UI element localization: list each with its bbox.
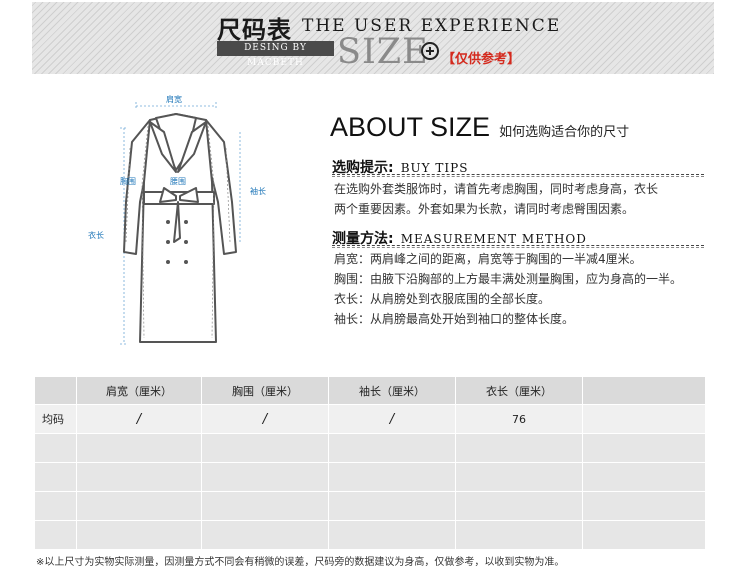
table-cell: 76 xyxy=(455,404,583,434)
column-header: 袖长（厘米） xyxy=(328,376,456,405)
label-chest: 胸围 xyxy=(120,177,136,186)
coat-illustration: 肩宽 胸围 腰围 袖长 衣长 xyxy=(80,92,290,354)
label-length: 衣长 xyxy=(88,231,104,240)
measurement-line: 衣长：从肩膀处到衣服底围的全部长度。 xyxy=(334,292,551,306)
table-cell xyxy=(455,520,583,550)
table-cell: / xyxy=(201,404,329,434)
table-cell xyxy=(34,491,77,521)
measurement-line: 胸围：由腋下沿胸部的上方最丰满处测量胸围，应为身高的一半。 xyxy=(334,272,683,286)
table-cell xyxy=(328,433,456,463)
table-cell: / xyxy=(76,404,202,434)
designer-tag: DESING BY MACBETH xyxy=(217,41,334,68)
table-cell xyxy=(328,491,456,521)
table-row xyxy=(34,462,706,492)
about-subtitle: 如何选购适合你的尺寸 xyxy=(499,125,630,140)
table-cell xyxy=(76,491,202,521)
buy-tips-text: 在选购外套类服饰时，请首先考虑胸围，同时考虑身高，衣长 两个重要因素。外套如果为… xyxy=(334,179,658,219)
table-cell xyxy=(34,462,77,492)
table-cell xyxy=(582,404,706,434)
page-title-cn: 尺码表 xyxy=(217,16,292,44)
table-cell xyxy=(34,520,77,550)
about-size-heading: ABOUT SIZE 如何选购适合你的尺寸 xyxy=(330,112,629,143)
measurement-title-en: MEASUREMENT METHOD xyxy=(400,232,587,246)
measurement-line: 肩宽：两肩峰之间的距离，肩宽等于胸围的一半减4厘米。 xyxy=(334,252,642,266)
column-header xyxy=(34,376,77,405)
table-row xyxy=(34,520,706,550)
table-cell xyxy=(582,433,706,463)
column-header: 胸围（厘米） xyxy=(201,376,329,405)
footnote: ※以上尺寸为实物实际测量，因测量方式不同会有稍微的误差，尺码旁的数据建议为身高，… xyxy=(36,557,565,568)
header-banner: 尺码表 THE USER EXPERIENCE DESING BY MACBET… xyxy=(32,2,714,74)
table-cell xyxy=(582,520,706,550)
table-row: 均码 / / / 76 xyxy=(34,404,706,434)
table-cell xyxy=(328,520,456,550)
table-header-row: 肩宽（厘米） 胸围（厘米） 袖长（厘米） 衣长（厘米） xyxy=(34,376,706,405)
label-waist: 腰围 xyxy=(170,177,186,186)
divider xyxy=(332,174,704,177)
buy-tips-title-en: BUY TIPS xyxy=(400,161,469,175)
table-row xyxy=(34,433,706,463)
label-shoulder: 肩宽 xyxy=(166,95,182,104)
buy-tips-line: 在选购外套类服饰时，请首先考虑胸围，同时考虑身高，衣长 xyxy=(334,182,659,196)
table-row xyxy=(34,491,706,521)
column-header: 衣长（厘米） xyxy=(455,376,583,405)
size-wordmark: SIZE xyxy=(337,32,429,72)
about-title: ABOUT SIZE xyxy=(330,112,491,142)
table-cell xyxy=(201,491,329,521)
table-cell xyxy=(328,462,456,492)
table-cell xyxy=(582,491,706,521)
table-cell xyxy=(582,462,706,492)
table-cell xyxy=(455,462,583,492)
table-cell xyxy=(76,462,202,492)
table-cell xyxy=(34,433,77,463)
divider xyxy=(332,245,704,248)
table-cell xyxy=(455,491,583,521)
table-cell xyxy=(76,520,202,550)
table-cell: 均码 xyxy=(34,404,77,434)
table-cell xyxy=(201,433,329,463)
reference-note: 【仅供参考】 xyxy=(442,52,521,67)
measurement-text: 肩宽：两肩峰之间的距离，肩宽等于胸围的一半减4厘米。 胸围：由腋下沿胸部的上方最… xyxy=(334,249,682,329)
buy-tips-line: 两个重要因素。外套如果为长款，请同时考虑臀围因素。 xyxy=(334,202,635,216)
table-cell xyxy=(455,433,583,463)
plus-circle-icon xyxy=(421,42,439,60)
table-cell xyxy=(201,520,329,550)
column-header: 肩宽（厘米） xyxy=(76,376,202,405)
column-header xyxy=(582,376,706,405)
table-cell xyxy=(76,433,202,463)
table-cell xyxy=(201,462,329,492)
coat-drawing xyxy=(120,102,241,345)
label-sleeve: 袖长 xyxy=(250,187,266,196)
table-cell: / xyxy=(328,404,456,434)
measurement-line: 袖长：从肩膀最高处开始到袖口的整体长度。 xyxy=(334,312,575,326)
size-table: 肩宽（厘米） 胸围（厘米） 袖长（厘米） 衣长（厘米） 均码 / / / 76 xyxy=(34,376,706,550)
